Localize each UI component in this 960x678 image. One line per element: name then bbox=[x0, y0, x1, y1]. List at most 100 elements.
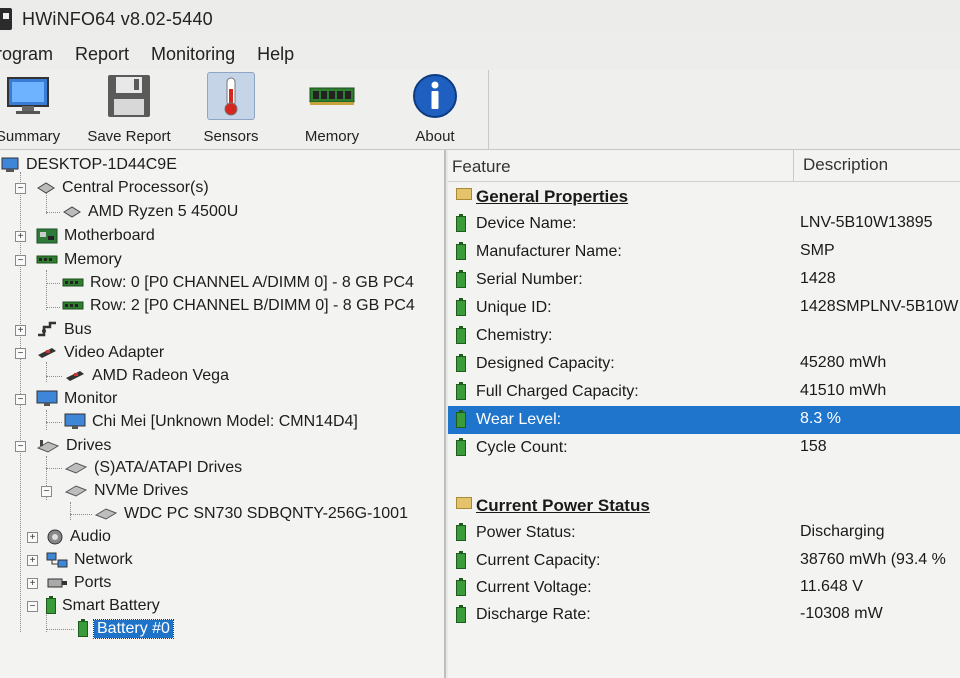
property-row[interactable]: Serial Number: 1428 bbox=[448, 266, 960, 294]
property-row[interactable]: Chemistry: bbox=[448, 322, 960, 350]
toolbar: Summary Save Report Sensors Memory About bbox=[0, 70, 960, 150]
expander-cpu[interactable]: − bbox=[15, 183, 26, 194]
tree-item-memory-row0[interactable]: Row: 0 [P0 CHANNEL A/DIMM 0] - 8 GB PC4 bbox=[62, 272, 414, 294]
memory-module-icon bbox=[308, 72, 356, 120]
tree-item-monitor-model[interactable]: Chi Mei [Unknown Model: CMN14D4] bbox=[64, 411, 358, 433]
tree-line bbox=[46, 212, 60, 213]
expander-ports[interactable]: + bbox=[27, 578, 38, 589]
computer-icon bbox=[1, 157, 19, 172]
tree-line bbox=[46, 376, 62, 377]
expander-monitor[interactable]: − bbox=[15, 394, 26, 405]
expander-nvme[interactable]: − bbox=[41, 486, 52, 497]
expander-smart-battery[interactable]: − bbox=[27, 601, 38, 612]
floppy-disk-icon bbox=[105, 72, 153, 120]
tree-line bbox=[70, 514, 92, 515]
expander-video[interactable]: − bbox=[15, 348, 26, 359]
tree-line bbox=[46, 468, 62, 469]
toolbar-divider bbox=[488, 70, 489, 150]
property-row[interactable]: Cycle Count: 158 bbox=[448, 434, 960, 462]
list-header: Feature Description bbox=[448, 150, 960, 182]
tree-line bbox=[70, 502, 71, 520]
battery-icon bbox=[456, 326, 466, 344]
app-icon[interactable] bbox=[0, 8, 12, 30]
monitor-icon bbox=[36, 390, 58, 406]
tree-item-cpu[interactable]: Central Processor(s) bbox=[36, 177, 209, 199]
tree-item-monitor[interactable]: Monitor bbox=[36, 388, 117, 410]
battery-icon bbox=[456, 214, 466, 232]
drive-icon bbox=[64, 462, 88, 474]
battery-icon bbox=[456, 382, 466, 400]
gpu-icon bbox=[38, 348, 56, 358]
bus-icon bbox=[38, 321, 56, 337]
memory-button[interactable]: Memory bbox=[300, 72, 364, 148]
monitor-icon bbox=[64, 413, 86, 429]
property-row[interactable]: Designed Capacity: 45280 mWh bbox=[448, 350, 960, 378]
tree-item-smart-battery[interactable]: Smart Battery bbox=[46, 595, 160, 617]
tree-item-nvme-drives[interactable]: NVMe Drives bbox=[64, 480, 188, 502]
property-row[interactable]: Unique ID: 1428SMPLNV-5B10W bbox=[448, 294, 960, 322]
memory-module-icon bbox=[36, 255, 58, 264]
tree-root[interactable]: DESKTOP-1D44C9E bbox=[0, 154, 177, 176]
tree-item-sata-drives[interactable]: (S)ATA/ATAPI Drives bbox=[64, 457, 242, 479]
expander-motherboard[interactable]: + bbox=[15, 231, 26, 242]
tree-item-video-adapter[interactable]: Video Adapter bbox=[36, 342, 164, 364]
menu-report[interactable]: Report bbox=[75, 44, 129, 65]
menu-program[interactable]: rogram bbox=[0, 44, 53, 65]
tree-item-audio[interactable]: Audio bbox=[46, 526, 111, 548]
tree-item-memory-row2[interactable]: Row: 2 [P0 CHANNEL B/DIMM 0] - 8 GB PC4 bbox=[62, 295, 415, 317]
tree-item-nvme-model[interactable]: WDC PC SN730 SDBQNTY-256G-1001 bbox=[94, 503, 408, 525]
tree-line bbox=[46, 307, 60, 308]
tree-item-ports[interactable]: Ports bbox=[46, 572, 111, 594]
menu-monitoring[interactable]: Monitoring bbox=[151, 44, 235, 65]
device-tree[interactable]: DESKTOP-1D44C9E − Central Processor(s) A… bbox=[0, 150, 446, 678]
menu-help[interactable]: Help bbox=[257, 44, 294, 65]
battery-icon bbox=[456, 551, 466, 569]
tree-item-network[interactable]: Network bbox=[46, 549, 133, 571]
property-row[interactable]: Manufacturer Name: SMP bbox=[448, 238, 960, 266]
column-header-description[interactable]: Description bbox=[803, 155, 888, 175]
tree-item-memory[interactable]: Memory bbox=[36, 249, 122, 271]
cpu-icon bbox=[37, 182, 55, 194]
expander-audio[interactable]: + bbox=[27, 532, 38, 543]
folder-icon bbox=[456, 497, 472, 509]
expander-drives[interactable]: − bbox=[15, 441, 26, 452]
tree-line bbox=[46, 362, 47, 382]
sensors-button[interactable]: Sensors bbox=[202, 72, 260, 148]
tree-item-battery0[interactable]: Battery #0 bbox=[78, 618, 174, 640]
property-row[interactable]: Current Capacity: 38760 mWh (93.4 % bbox=[448, 547, 960, 575]
summary-button[interactable]: Summary bbox=[0, 72, 62, 148]
expander-network[interactable]: + bbox=[27, 555, 38, 566]
tree-item-bus[interactable]: Bus bbox=[36, 319, 92, 341]
expander-bus[interactable]: + bbox=[15, 325, 26, 336]
cpu-icon bbox=[63, 206, 81, 218]
tree-line bbox=[46, 410, 47, 430]
property-row[interactable]: Device Name: LNV-5B10W13895 bbox=[448, 210, 960, 238]
monitor-icon bbox=[4, 72, 52, 120]
network-icon bbox=[46, 552, 68, 568]
tree-item-cpu-model[interactable]: AMD Ryzen 5 4500U bbox=[62, 201, 238, 223]
property-row[interactable]: Discharge Rate: -10308 mW bbox=[448, 601, 960, 629]
expander-memory[interactable]: − bbox=[15, 255, 26, 266]
tree-item-motherboard[interactable]: Motherboard bbox=[36, 225, 155, 247]
drive-icon bbox=[94, 508, 118, 520]
drive-icon bbox=[64, 485, 88, 497]
section-current-power-status[interactable]: Current Power Status bbox=[448, 491, 960, 519]
battery-icon bbox=[456, 354, 466, 372]
section-general-properties[interactable]: General Properties bbox=[448, 182, 960, 210]
property-row[interactable]: Full Charged Capacity: 41510 mWh bbox=[448, 378, 960, 406]
properties-list[interactable]: Feature Description General Properties D… bbox=[448, 150, 960, 678]
save-report-button[interactable]: Save Report bbox=[87, 72, 171, 148]
property-row[interactable]: Current Voltage: 11.648 V bbox=[448, 574, 960, 602]
property-row[interactable]: Power Status: Discharging bbox=[448, 519, 960, 547]
tree-item-gpu-model[interactable]: AMD Radeon Vega bbox=[64, 365, 229, 387]
about-button[interactable]: About bbox=[408, 72, 462, 148]
column-divider[interactable] bbox=[793, 150, 794, 182]
column-header-feature[interactable]: Feature bbox=[452, 157, 511, 177]
tree-item-drives[interactable]: Drives bbox=[36, 435, 111, 457]
battery-icon bbox=[456, 438, 466, 456]
battery-icon bbox=[456, 242, 466, 260]
battery-icon bbox=[456, 298, 466, 316]
tree-line bbox=[46, 629, 74, 630]
gpu-icon bbox=[66, 371, 84, 381]
property-row-selected[interactable]: Wear Level: 8.3 % bbox=[448, 406, 960, 434]
